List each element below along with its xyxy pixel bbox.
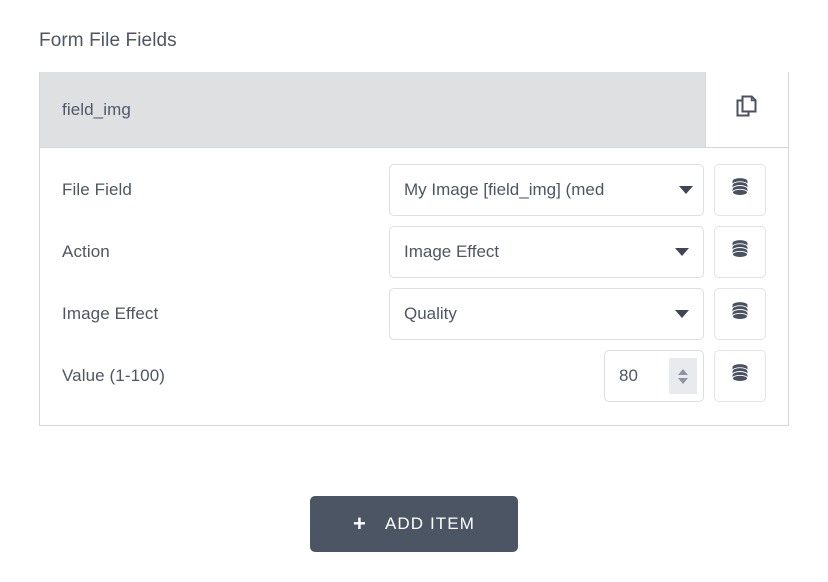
value-number-input[interactable]: 80 [604, 350, 704, 402]
file-field-control-group: My Image [field_img] (med [389, 164, 766, 216]
file-field-select[interactable]: My Image [field_img] (med [389, 164, 704, 216]
file-field-label: File Field [62, 180, 132, 199]
card-header-title: field_img [62, 99, 131, 119]
action-control-group: Image Effect [389, 226, 766, 278]
table-row: Image Effect Quality [62, 283, 766, 345]
database-icon [730, 239, 750, 266]
value-number-text: 80 [619, 366, 638, 385]
table-row: File Field My Image [field_img] (med [62, 159, 766, 221]
card-body: File Field My Image [field_img] (med Act… [40, 148, 788, 425]
file-field-card: field_img File Field My Image [field_img… [39, 72, 789, 426]
image-effect-label: Image Effect [62, 304, 159, 323]
form-file-fields-page: Form File Fields field_img File Field My… [0, 0, 828, 582]
image-effect-select[interactable]: Quality [389, 288, 704, 340]
chevron-down-icon [675, 310, 689, 318]
table-row: Value (1-100) 80 [62, 345, 766, 407]
chevron-down-icon [679, 186, 693, 194]
image-effect-control-group: Quality [389, 288, 766, 340]
image-effect-token-button[interactable] [714, 288, 766, 340]
file-field-token-button[interactable] [714, 164, 766, 216]
value-token-button[interactable] [714, 350, 766, 402]
duplicate-button[interactable] [705, 72, 788, 147]
copy-icon [735, 94, 759, 125]
page-title: Form File Fields [39, 30, 177, 51]
image-effect-select-value: Quality [404, 304, 457, 323]
database-icon [730, 301, 750, 328]
action-label: Action [62, 242, 110, 261]
value-control-group: 80 [604, 350, 766, 402]
stepper-down-icon[interactable] [678, 377, 688, 384]
quantity-stepper[interactable] [669, 358, 697, 394]
plus-icon: + [353, 511, 367, 536]
table-row: Action Image Effect [62, 221, 766, 283]
file-field-select-value: My Image [field_img] (med [404, 180, 605, 199]
action-select[interactable]: Image Effect [389, 226, 704, 278]
stepper-up-icon[interactable] [678, 368, 688, 375]
value-label: Value (1-100) [62, 366, 166, 385]
add-item-button[interactable]: + ADD ITEM [310, 496, 518, 552]
card-header: field_img [40, 72, 788, 148]
chevron-down-icon [675, 248, 689, 256]
action-token-button[interactable] [714, 226, 766, 278]
database-icon [730, 177, 750, 204]
action-select-value: Image Effect [404, 242, 500, 261]
add-item-label: ADD ITEM [384, 514, 475, 533]
database-icon [730, 363, 750, 390]
add-item-container: + ADD ITEM [0, 496, 828, 552]
